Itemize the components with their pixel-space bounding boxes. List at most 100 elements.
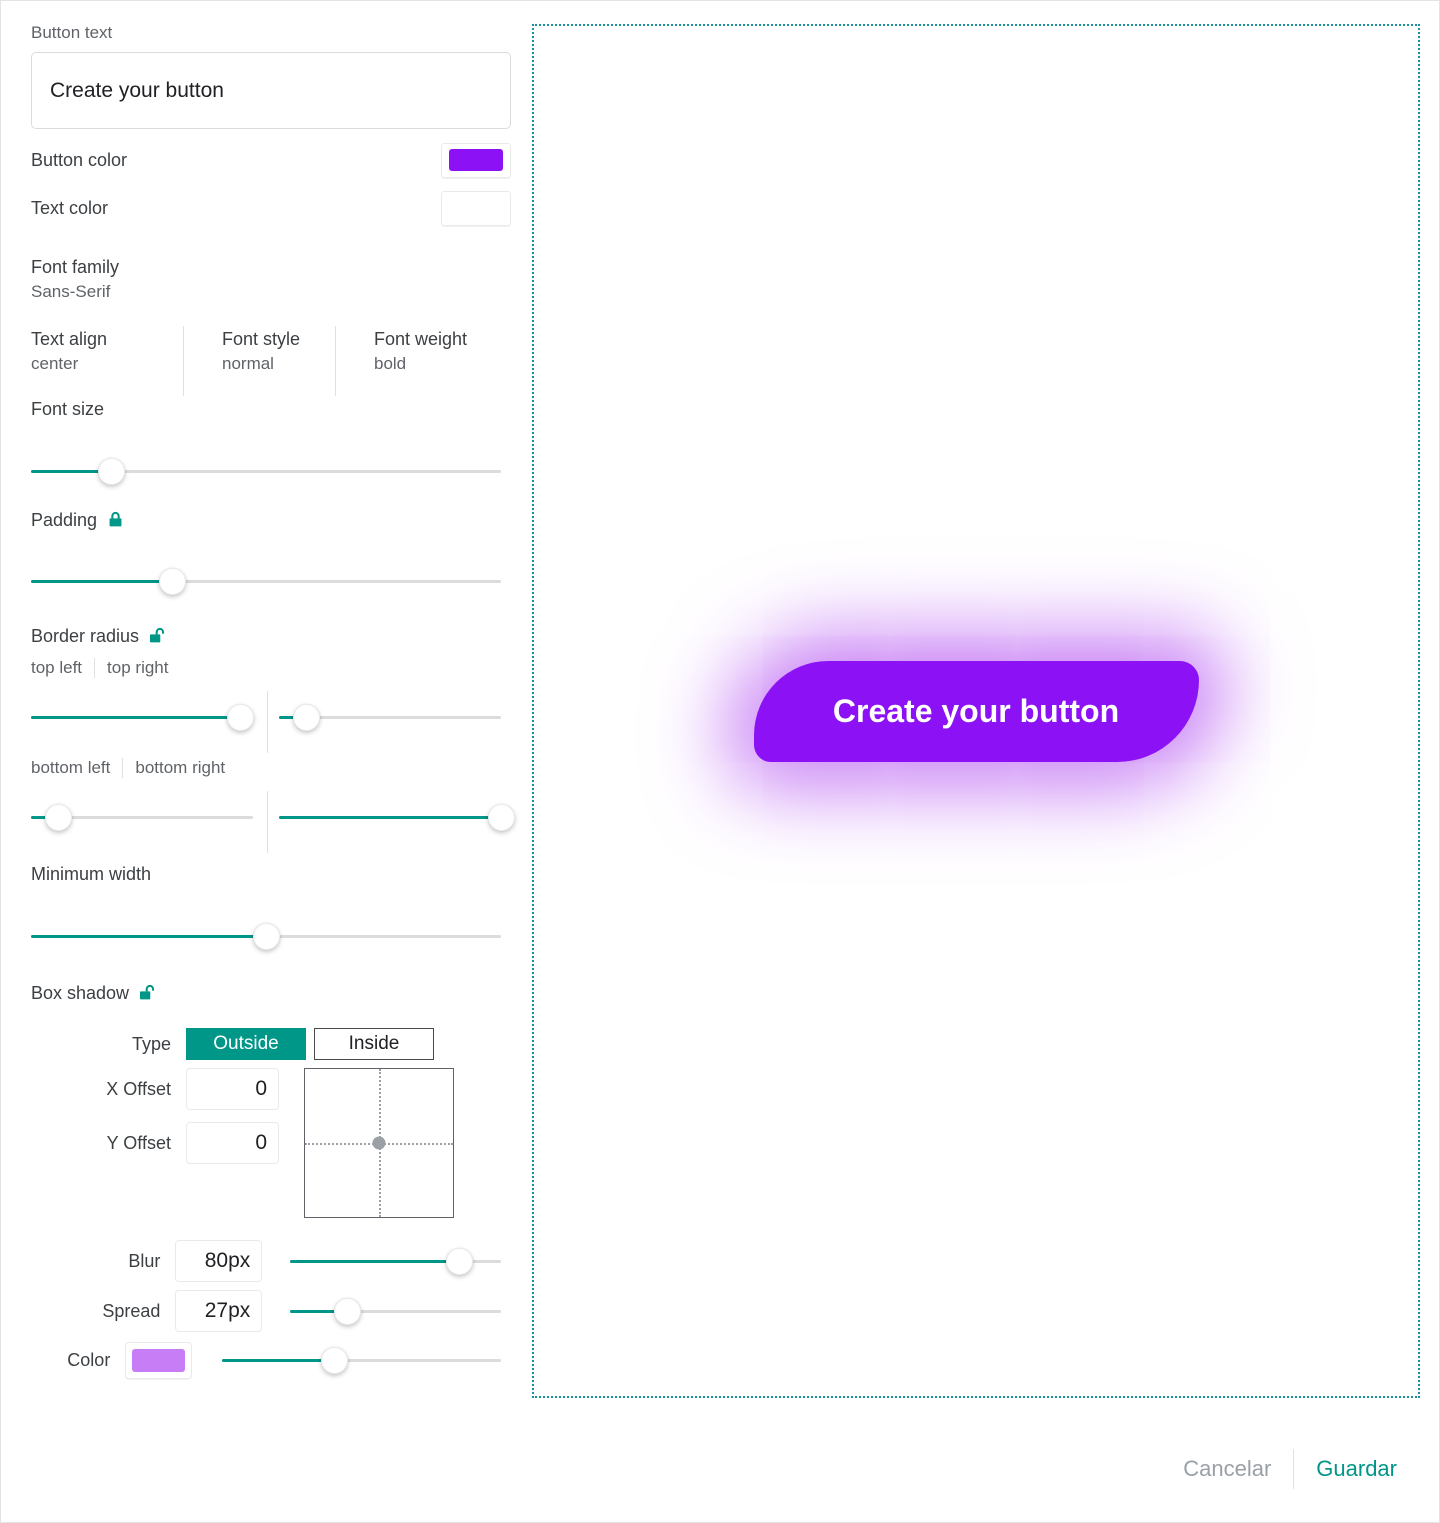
font-size-label: Font size bbox=[31, 399, 105, 419]
font-family-value: Sans-Serif bbox=[31, 282, 111, 301]
text-color-picker[interactable] bbox=[441, 190, 511, 226]
preview-panel: Create your button bbox=[532, 24, 1420, 1398]
spread-row: Spread 27px bbox=[31, 1290, 501, 1332]
offset-xy-pad[interactable] bbox=[304, 1068, 454, 1218]
button-color-picker[interactable] bbox=[441, 142, 511, 178]
slider-fill bbox=[221, 1359, 334, 1362]
top-radius-sliders bbox=[31, 691, 511, 753]
text-color-label: Text color bbox=[31, 197, 109, 218]
button-designer-page: Button text Create your button Button co… bbox=[0, 0, 1440, 1523]
button-color-swatch bbox=[449, 149, 503, 171]
shadow-offsets-row: X Offset 0 Y Offset 0 bbox=[31, 1068, 501, 1218]
font-family-group[interactable]: Font family Sans-Serif bbox=[31, 254, 511, 304]
save-button[interactable]: Guardar bbox=[1294, 1444, 1419, 1494]
font-style-value: normal bbox=[222, 354, 274, 373]
text-color-row: Text color bbox=[31, 184, 511, 232]
slider-thumb[interactable] bbox=[226, 704, 254, 731]
bottom-radius-labels: bottom left bottom right bbox=[31, 755, 511, 781]
top-radius-labels: top left top right bbox=[31, 655, 511, 681]
font-weight-group[interactable]: Font weight bold bbox=[335, 326, 511, 396]
box-shadow-label: Box shadow bbox=[31, 983, 130, 1003]
y-offset-input[interactable]: 0 bbox=[186, 1122, 279, 1164]
offset-handle[interactable] bbox=[372, 1136, 386, 1150]
padding-slider[interactable] bbox=[31, 561, 501, 601]
border-radius-grid: top left top right bottom left bottom ri… bbox=[31, 655, 515, 853]
controls-column: Button text Create your button Button co… bbox=[31, 23, 515, 1386]
top-left-label: top left bbox=[31, 658, 83, 677]
lock-open-icon[interactable] bbox=[138, 983, 157, 1003]
top-right-label: top right bbox=[107, 658, 169, 677]
slider-thumb[interactable] bbox=[97, 458, 125, 485]
text-align-label: Text align bbox=[31, 329, 108, 349]
shadow-alpha-slider[interactable] bbox=[221, 1340, 501, 1380]
bottom-left-label: bottom left bbox=[31, 758, 111, 777]
bottom-radius-sliders bbox=[31, 791, 515, 853]
dialog-actions: Cancelar Guardar bbox=[1161, 1444, 1419, 1494]
x-offset-row: X Offset 0 bbox=[31, 1068, 279, 1110]
radius-top-right-slider[interactable] bbox=[279, 697, 501, 737]
slider-fill bbox=[31, 935, 266, 938]
slider-thumb[interactable] bbox=[44, 804, 72, 831]
shadow-type-inside-button[interactable]: Inside bbox=[314, 1028, 434, 1060]
y-offset-label: Y Offset bbox=[106, 1132, 171, 1153]
padding-label: Padding bbox=[31, 510, 98, 530]
padding-header: Padding bbox=[31, 507, 511, 533]
shadow-offset-fields: X Offset 0 Y Offset 0 bbox=[31, 1068, 279, 1218]
y-offset-row: Y Offset 0 bbox=[31, 1122, 279, 1164]
spread-input[interactable]: 27px bbox=[175, 1290, 263, 1332]
shadow-color-row: Color bbox=[31, 1340, 501, 1380]
offset-pad-area bbox=[304, 1068, 454, 1218]
blur-input[interactable]: 80px bbox=[175, 1240, 263, 1282]
slider-thumb[interactable] bbox=[334, 1298, 362, 1325]
minimum-width-label: Minimum width bbox=[31, 864, 152, 884]
box-shadow-panel: Type Outside Inside X Offset 0 Y Offset … bbox=[31, 1028, 501, 1380]
slider-fill bbox=[290, 1260, 459, 1263]
shadow-color-swatch bbox=[132, 1348, 186, 1372]
spread-label: Spread bbox=[102, 1300, 161, 1321]
shadow-type-outside-button[interactable]: Outside bbox=[186, 1028, 306, 1060]
button-color-row: Button color bbox=[31, 136, 511, 184]
shadow-type-row: Type Outside Inside bbox=[31, 1028, 501, 1060]
text-align-value: center bbox=[31, 354, 79, 373]
button-color-label: Button color bbox=[31, 149, 128, 170]
slider-thumb[interactable] bbox=[488, 804, 515, 831]
label-divider bbox=[94, 658, 96, 678]
slider-divider bbox=[267, 791, 268, 853]
x-offset-input[interactable]: 0 bbox=[186, 1068, 279, 1110]
lock-open-icon[interactable] bbox=[148, 626, 167, 646]
box-shadow-header: Box shadow bbox=[31, 980, 511, 1006]
preview-button[interactable]: Create your button bbox=[753, 660, 1199, 762]
text-align-group[interactable]: Text align center bbox=[31, 326, 183, 396]
x-offset-label: X Offset bbox=[106, 1078, 171, 1099]
border-radius-label: Border radius bbox=[31, 626, 140, 646]
slider-fill bbox=[279, 816, 501, 819]
radius-top-left-slider[interactable] bbox=[31, 697, 254, 737]
font-weight-value: bold bbox=[374, 354, 407, 373]
slider-thumb[interactable] bbox=[292, 704, 320, 731]
spread-slider[interactable] bbox=[290, 1291, 501, 1331]
slider-thumb[interactable] bbox=[159, 568, 186, 595]
slider-thumb[interactable] bbox=[320, 1347, 348, 1374]
slider-fill bbox=[31, 716, 240, 719]
shadow-type-segmented: Outside Inside bbox=[186, 1028, 434, 1060]
radius-bottom-left-slider[interactable] bbox=[31, 797, 253, 837]
text-style-row: Text align center Font style normal Font… bbox=[31, 326, 511, 396]
bottom-right-label: bottom right bbox=[135, 758, 226, 777]
font-size-slider[interactable] bbox=[31, 451, 501, 491]
lock-closed-icon[interactable] bbox=[106, 510, 125, 530]
border-radius-header: Border radius bbox=[31, 623, 511, 649]
radius-bottom-right-slider[interactable] bbox=[279, 797, 515, 837]
font-style-group[interactable]: Font style normal bbox=[183, 326, 335, 396]
shadow-type-label: Type bbox=[131, 1033, 171, 1054]
shadow-color-picker[interactable] bbox=[125, 1341, 192, 1379]
button-text-input[interactable]: Create your button bbox=[31, 52, 511, 129]
font-family-label: Font family bbox=[31, 257, 120, 277]
shadow-color-label: Color bbox=[67, 1349, 111, 1370]
minimum-width-slider[interactable] bbox=[31, 916, 501, 956]
cancel-button[interactable]: Cancelar bbox=[1161, 1444, 1293, 1494]
slider-thumb[interactable] bbox=[445, 1248, 473, 1275]
slider-thumb[interactable] bbox=[253, 923, 280, 950]
font-style-label: Font style bbox=[222, 329, 301, 349]
blur-slider[interactable] bbox=[290, 1241, 501, 1281]
button-text-label: Button text bbox=[31, 23, 113, 42]
